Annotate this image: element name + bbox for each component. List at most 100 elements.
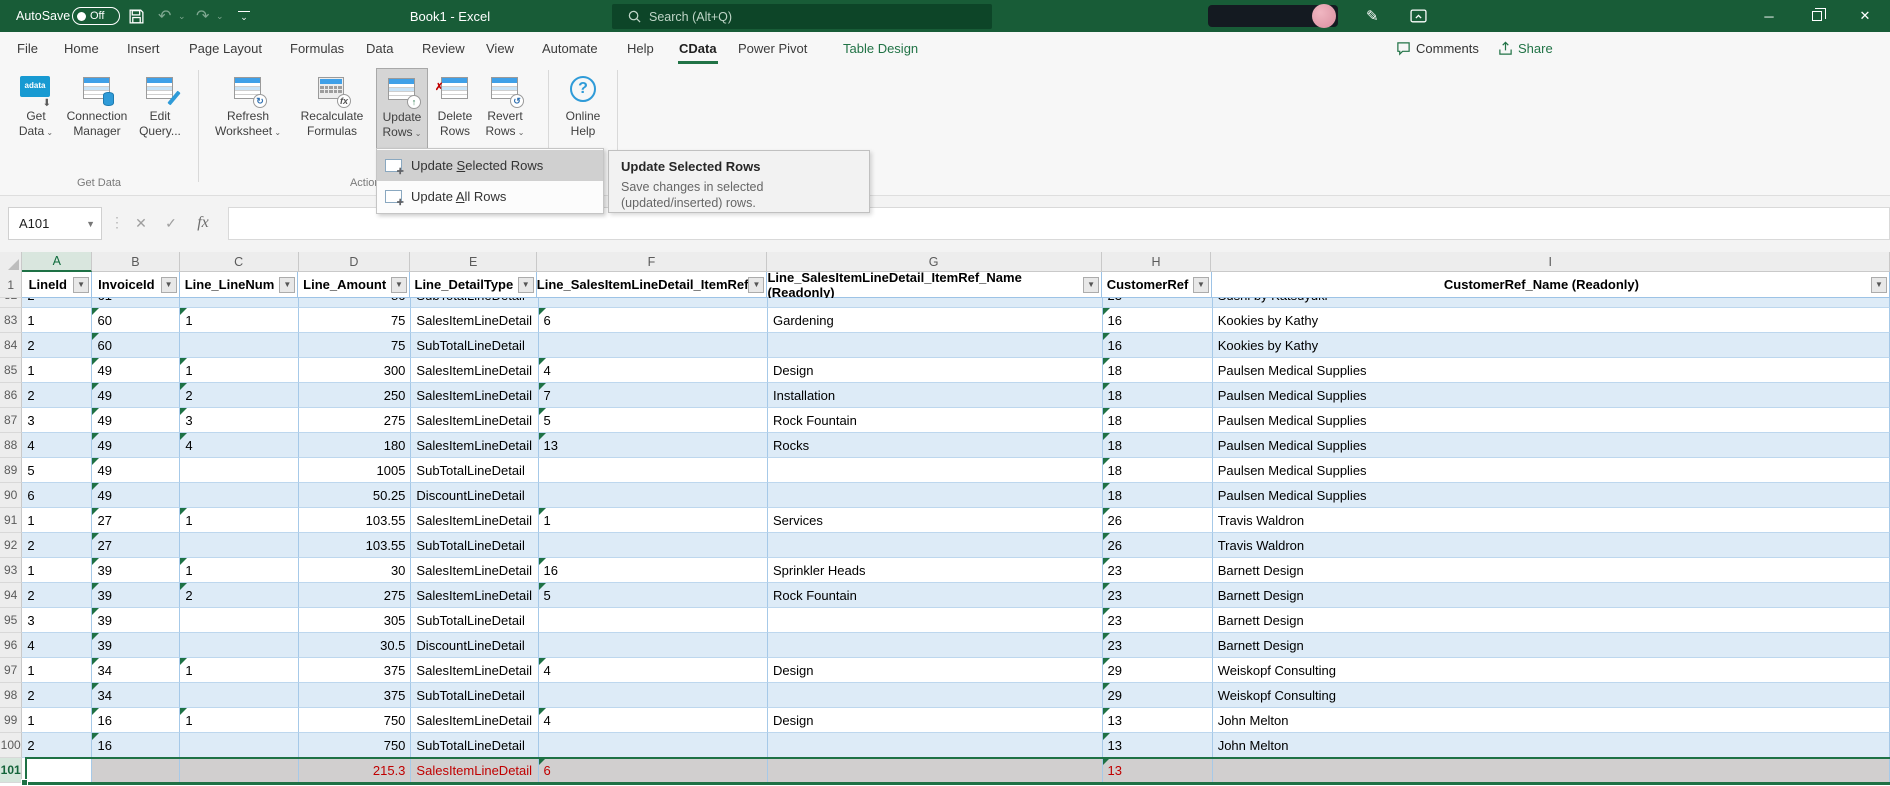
cell[interactable]: 39 xyxy=(92,608,180,633)
cell[interactable] xyxy=(539,298,768,308)
cell[interactable]: 6 xyxy=(539,308,768,333)
cell[interactable]: Barnett Design xyxy=(1213,633,1890,658)
cell[interactable]: SalesItemLineDetail xyxy=(411,308,538,333)
cell[interactable]: Barnett Design xyxy=(1213,608,1890,633)
cell[interactable]: 86 xyxy=(299,298,411,308)
cell[interactable]: 3 xyxy=(180,408,299,433)
cell[interactable]: SalesItemLineDetail xyxy=(411,583,538,608)
cell[interactable]: 60 xyxy=(92,333,180,358)
cell[interactable]: 300 xyxy=(299,358,411,383)
name-box[interactable]: A101 ▼ xyxy=(8,207,102,240)
cell[interactable] xyxy=(539,633,768,658)
cell[interactable]: SubTotalLineDetail xyxy=(411,298,538,308)
filter-dropdown-icon[interactable]: ▼ xyxy=(748,277,764,293)
cell[interactable]: 39 xyxy=(92,558,180,583)
cell[interactable]: SubTotalLineDetail xyxy=(411,733,538,758)
draw-pen-icon[interactable]: ✎ xyxy=(1366,0,1379,32)
cell[interactable]: 50.25 xyxy=(299,483,411,508)
autosave-toggle[interactable]: Off xyxy=(72,7,120,25)
cell[interactable]: Barnett Design xyxy=(1213,558,1890,583)
cell[interactable] xyxy=(180,733,299,758)
cell[interactable] xyxy=(539,483,768,508)
cell[interactable]: 75 xyxy=(299,308,411,333)
cell[interactable]: SalesItemLineDetail xyxy=(411,508,538,533)
cell[interactable]: 180 xyxy=(299,433,411,458)
tab-cdata[interactable]: CData xyxy=(676,32,720,64)
cell[interactable]: 23 xyxy=(1103,608,1213,633)
cell[interactable] xyxy=(92,758,180,783)
cell[interactable]: 18 xyxy=(1103,358,1213,383)
cell[interactable] xyxy=(539,333,768,358)
header-cell[interactable]: Line_SalesItemLineDetail_ItemRef▼ xyxy=(537,272,768,298)
row-header-87[interactable]: 87 xyxy=(0,408,22,433)
cell[interactable]: Barnett Design xyxy=(1213,583,1890,608)
cell[interactable]: Gardening xyxy=(768,308,1103,333)
fill-handle[interactable] xyxy=(21,779,28,786)
cell[interactable]: Travis Waldron xyxy=(1213,533,1890,558)
cell[interactable]: 34 xyxy=(92,658,180,683)
cell[interactable]: 49 xyxy=(92,358,180,383)
cell[interactable] xyxy=(768,608,1103,633)
cell[interactable]: Installation xyxy=(768,383,1103,408)
cell[interactable]: 375 xyxy=(299,683,411,708)
cell[interactable]: Paulsen Medical Supplies xyxy=(1213,408,1890,433)
cell[interactable]: 275 xyxy=(299,583,411,608)
cell[interactable]: 275 xyxy=(299,408,411,433)
cell[interactable] xyxy=(180,483,299,508)
cell[interactable] xyxy=(768,483,1103,508)
cell[interactable] xyxy=(768,633,1103,658)
cell[interactable] xyxy=(539,683,768,708)
cell[interactable]: 2 xyxy=(180,583,299,608)
cell[interactable]: 23 xyxy=(1103,298,1213,308)
cell[interactable]: DiscountLineDetail xyxy=(411,483,538,508)
cell[interactable]: 4 xyxy=(180,433,299,458)
cell[interactable] xyxy=(539,458,768,483)
cell[interactable]: 7 xyxy=(539,383,768,408)
cell[interactable]: SubTotalLineDetail xyxy=(411,608,538,633)
row-header-95[interactable]: 95 xyxy=(0,608,22,633)
tab-page-layout[interactable]: Page Layout xyxy=(186,32,265,64)
cell[interactable]: 13 xyxy=(1103,733,1213,758)
cell[interactable]: SalesItemLineDetail xyxy=(411,408,538,433)
cell[interactable]: SalesItemLineDetail xyxy=(411,433,538,458)
header-cell[interactable]: InvoiceId▼ xyxy=(92,272,180,298)
cell[interactable] xyxy=(22,758,92,783)
cell[interactable] xyxy=(539,533,768,558)
cell[interactable]: 1 xyxy=(22,558,92,583)
cell[interactable]: 75 xyxy=(299,333,411,358)
cell[interactable]: 1005 xyxy=(299,458,411,483)
cell[interactable] xyxy=(180,683,299,708)
cell[interactable]: 18 xyxy=(1103,458,1213,483)
row-header-1[interactable]: 1 xyxy=(0,272,22,298)
cell[interactable]: Sushi by Katsuyuki xyxy=(1213,298,1890,308)
cancel-formula-icon[interactable]: ✕ xyxy=(128,210,154,236)
filter-dropdown-icon[interactable]: ▼ xyxy=(73,277,89,293)
cell[interactable]: 1 xyxy=(22,708,92,733)
insert-function-icon[interactable]: fx xyxy=(190,210,216,236)
cell[interactable]: 1 xyxy=(180,358,299,383)
cell[interactable]: 49 xyxy=(92,408,180,433)
cell[interactable]: 39 xyxy=(92,583,180,608)
header-cell[interactable]: Line_DetailType▼ xyxy=(410,272,537,298)
row-header-93[interactable]: 93 xyxy=(0,558,22,583)
cell[interactable]: 29 xyxy=(1103,683,1213,708)
cell[interactable]: 2 xyxy=(180,383,299,408)
cell[interactable]: 215.3 xyxy=(299,758,411,783)
cell[interactable] xyxy=(180,458,299,483)
connection-manager-button[interactable]: ConnectionManager xyxy=(66,68,128,168)
redo-dropdown-icon[interactable]: ⌄ xyxy=(216,0,224,32)
filter-dropdown-icon[interactable]: ▼ xyxy=(1193,277,1209,293)
cell[interactable]: Rock Fountain xyxy=(768,408,1103,433)
cell[interactable]: 34 xyxy=(92,683,180,708)
cell[interactable]: 4 xyxy=(22,633,92,658)
cell[interactable]: 1 xyxy=(180,658,299,683)
cell[interactable]: 250 xyxy=(299,383,411,408)
cell[interactable]: 1 xyxy=(180,708,299,733)
close-button[interactable]: ✕ xyxy=(1848,0,1882,32)
cell[interactable]: 1 xyxy=(22,308,92,333)
cell[interactable]: 750 xyxy=(299,708,411,733)
cell[interactable] xyxy=(539,733,768,758)
cell[interactable]: Kookies by Kathy xyxy=(1213,308,1890,333)
filter-dropdown-icon[interactable]: ▼ xyxy=(1083,277,1099,293)
cell[interactable]: 375 xyxy=(299,658,411,683)
